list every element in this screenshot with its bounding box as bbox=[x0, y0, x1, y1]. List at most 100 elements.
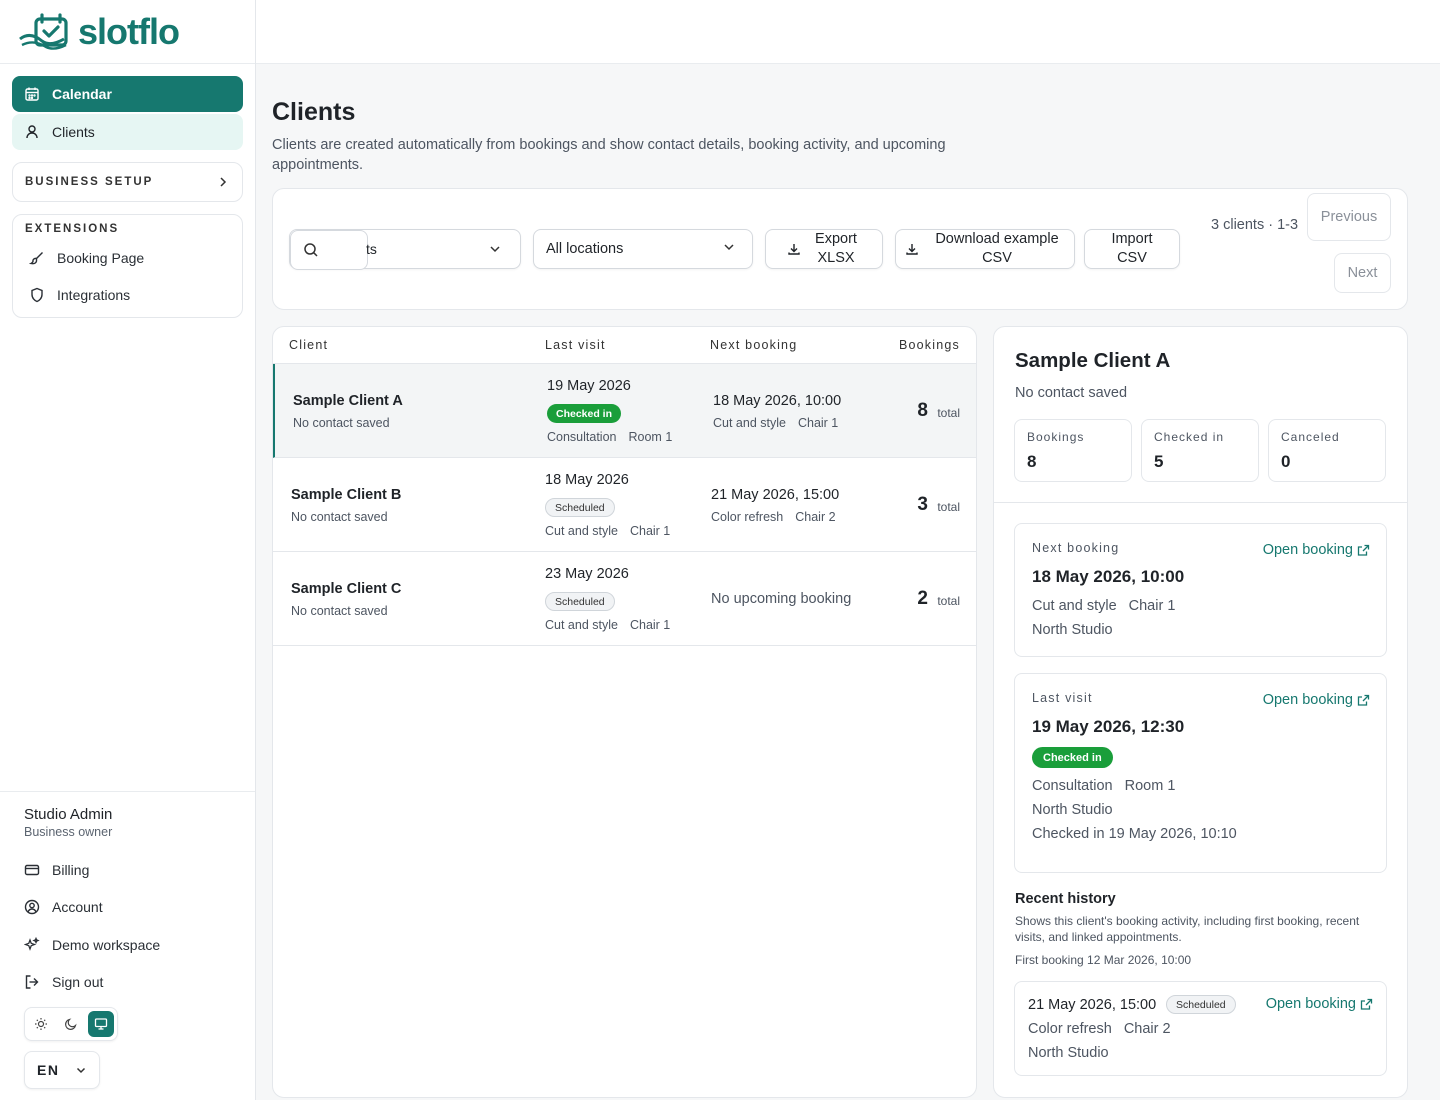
stat-label: Bookings bbox=[1027, 430, 1085, 444]
sidebar-item-label: Integrations bbox=[57, 286, 131, 303]
business-setup-section[interactable]: BUSINESS SETUP bbox=[12, 162, 243, 202]
shield-icon bbox=[29, 287, 45, 303]
table-row[interactable]: Sample Client C No contact saved 23 May … bbox=[273, 552, 976, 646]
column-header-next-booking: Next booking bbox=[710, 338, 798, 352]
sidebar: slotflo Calendar Clients BUSINESS SETUP … bbox=[0, 0, 256, 1100]
next-button[interactable]: Next bbox=[1334, 253, 1391, 293]
demo-workspace-link[interactable]: Demo workspace bbox=[24, 926, 231, 964]
first-booking-text: First booking 12 Mar 2026, 10:00 bbox=[1015, 953, 1192, 967]
moon-icon[interactable] bbox=[58, 1011, 84, 1037]
import-csv-label: Import CSV bbox=[1111, 231, 1153, 266]
sign-out-link[interactable]: Sign out bbox=[24, 964, 231, 1002]
export-xlsx-label: Export XLSX bbox=[815, 231, 857, 266]
next-booking-service: Cut and style Chair 1 bbox=[1032, 598, 1175, 614]
client-name: Sample Client B bbox=[291, 487, 402, 503]
last-visit-service: Consultation Room 1 bbox=[1032, 778, 1175, 794]
next-booking-service-name: Cut and style bbox=[713, 416, 786, 430]
sidebar-item-calendar[interactable]: Calendar bbox=[12, 76, 243, 112]
detail-client-name: Sample Client A bbox=[1015, 349, 1171, 372]
logo[interactable]: slotflo bbox=[0, 0, 255, 64]
detail-client-contact: No contact saved bbox=[1015, 385, 1128, 401]
sidebar-item-booking-page[interactable]: Booking Page bbox=[13, 239, 242, 276]
last-visit-service: Cut and style Chair 1 bbox=[545, 618, 670, 632]
page-description: Clients are created automatically from b… bbox=[272, 137, 946, 173]
clients-table: Client Last visit Next booking Bookings … bbox=[272, 326, 977, 1098]
monitor-icon[interactable] bbox=[88, 1011, 114, 1037]
user-name: Studio Admin bbox=[24, 806, 113, 823]
sun-icon[interactable] bbox=[28, 1011, 54, 1037]
account-link[interactable]: Account bbox=[24, 889, 231, 927]
next-booking-service: Cut and style Chair 1 bbox=[713, 416, 838, 430]
next-booking-datetime: No upcoming booking bbox=[711, 591, 852, 607]
column-header-bookings: Bookings bbox=[898, 338, 960, 352]
last-visit-resource: Room 1 bbox=[628, 430, 673, 444]
extensions-section: EXTENSIONS Booking Page Integrations bbox=[12, 214, 243, 318]
bookings-count: 2 bbox=[917, 588, 928, 609]
pagination-count: 3 clients · 1-3 bbox=[1211, 217, 1299, 233]
status-badge: Scheduled bbox=[545, 592, 615, 611]
history-datetime: 21 May 2026, 15:00 bbox=[1028, 997, 1157, 1013]
sidebar-item-integrations[interactable]: Integrations bbox=[13, 276, 242, 313]
last-visit-date: 18 May 2026 bbox=[545, 472, 629, 488]
business-setup-label: BUSINESS SETUP bbox=[25, 176, 154, 188]
brush-icon bbox=[29, 250, 45, 266]
stat-value: 8 bbox=[1027, 452, 1037, 471]
clients-toolbar: ts All locations Export XLSX Download ex… bbox=[272, 188, 1408, 310]
download-example-csv-button[interactable]: Download example CSV bbox=[895, 229, 1075, 269]
open-booking-link[interactable]: Open booking bbox=[1266, 996, 1373, 1012]
recent-history-description: Shows this client's booking activity, in… bbox=[1015, 914, 1360, 944]
user-icon bbox=[24, 124, 40, 140]
table-row[interactable]: Sample Client B No contact saved 18 May … bbox=[273, 458, 976, 552]
main-content: Clients Clients are created automaticall… bbox=[272, 64, 1408, 1098]
external-link-icon bbox=[1357, 544, 1370, 556]
logo-icon bbox=[19, 12, 68, 50]
previous-button[interactable]: Previous bbox=[1307, 193, 1391, 241]
client-contact: No contact saved bbox=[293, 416, 390, 430]
column-header-client: Client bbox=[289, 338, 329, 352]
stat-label: Canceled bbox=[1281, 430, 1340, 444]
credit-card-icon bbox=[24, 862, 40, 878]
open-booking-link[interactable]: Open booking bbox=[1263, 542, 1370, 558]
search-input[interactable] bbox=[290, 230, 368, 270]
import-csv-button[interactable]: Import CSV bbox=[1084, 229, 1180, 269]
next-booking-label: Next booking bbox=[1032, 541, 1120, 555]
sign-out-label: Sign out bbox=[52, 974, 104, 991]
stat-canceled: Canceled 0 bbox=[1268, 419, 1386, 482]
client-contact: No contact saved bbox=[291, 604, 388, 618]
export-xlsx-button[interactable]: Export XLSX bbox=[765, 229, 883, 269]
location-select[interactable]: All locations bbox=[533, 229, 753, 269]
location-select-value: All locations bbox=[546, 241, 624, 257]
sidebar-item-clients[interactable]: Clients bbox=[12, 114, 243, 150]
last-visit-service-name: Consultation bbox=[547, 430, 617, 444]
bookings-total-label: total bbox=[937, 500, 960, 514]
last-visit-location: North Studio bbox=[1032, 802, 1113, 818]
last-visit-resource: Chair 1 bbox=[629, 618, 671, 632]
last-visit-card: Last visit Open booking 19 May 2026, 12:… bbox=[1014, 673, 1387, 873]
billing-link[interactable]: Billing bbox=[24, 851, 231, 889]
bookings-count: 8 bbox=[917, 400, 928, 421]
bookings-count: 3 bbox=[917, 494, 928, 515]
sidebar-footer: Studio Admin Business owner Billing Acco… bbox=[0, 791, 255, 1100]
download-icon bbox=[787, 242, 801, 256]
last-visit-date: 23 May 2026 bbox=[545, 566, 629, 582]
stat-checked-in: Checked in 5 bbox=[1141, 419, 1259, 482]
last-visit-resource: Room 1 bbox=[1124, 778, 1176, 794]
next-booking-resource: Chair 1 bbox=[1128, 598, 1176, 614]
next-booking-datetime: 18 May 2026, 10:00 bbox=[713, 393, 842, 409]
search-field[interactable]: ts bbox=[289, 229, 521, 270]
table-row[interactable]: Sample Client A No contact saved 19 May … bbox=[273, 364, 976, 458]
history-service-name: Color refresh bbox=[1028, 1021, 1112, 1037]
next-booking-card: Next booking Open booking 18 May 2026, 1… bbox=[1014, 523, 1387, 657]
download-icon bbox=[905, 242, 919, 256]
table-header: Client Last visit Next booking Bookings bbox=[273, 327, 976, 364]
open-booking-link[interactable]: Open booking bbox=[1263, 692, 1370, 708]
chevron-down-icon bbox=[724, 244, 734, 251]
next-booking-service-name: Cut and style bbox=[1032, 598, 1117, 614]
history-service: Color refresh Chair 2 bbox=[1028, 1021, 1171, 1037]
language-label: EN bbox=[37, 1062, 60, 1078]
sidebar-item-label: Booking Page bbox=[57, 249, 145, 266]
next-booking-service-name: Color refresh bbox=[711, 510, 784, 524]
sparkles-icon bbox=[24, 936, 40, 953]
last-visit-resource: Chair 1 bbox=[629, 524, 671, 538]
language-select[interactable]: EN bbox=[24, 1051, 100, 1089]
